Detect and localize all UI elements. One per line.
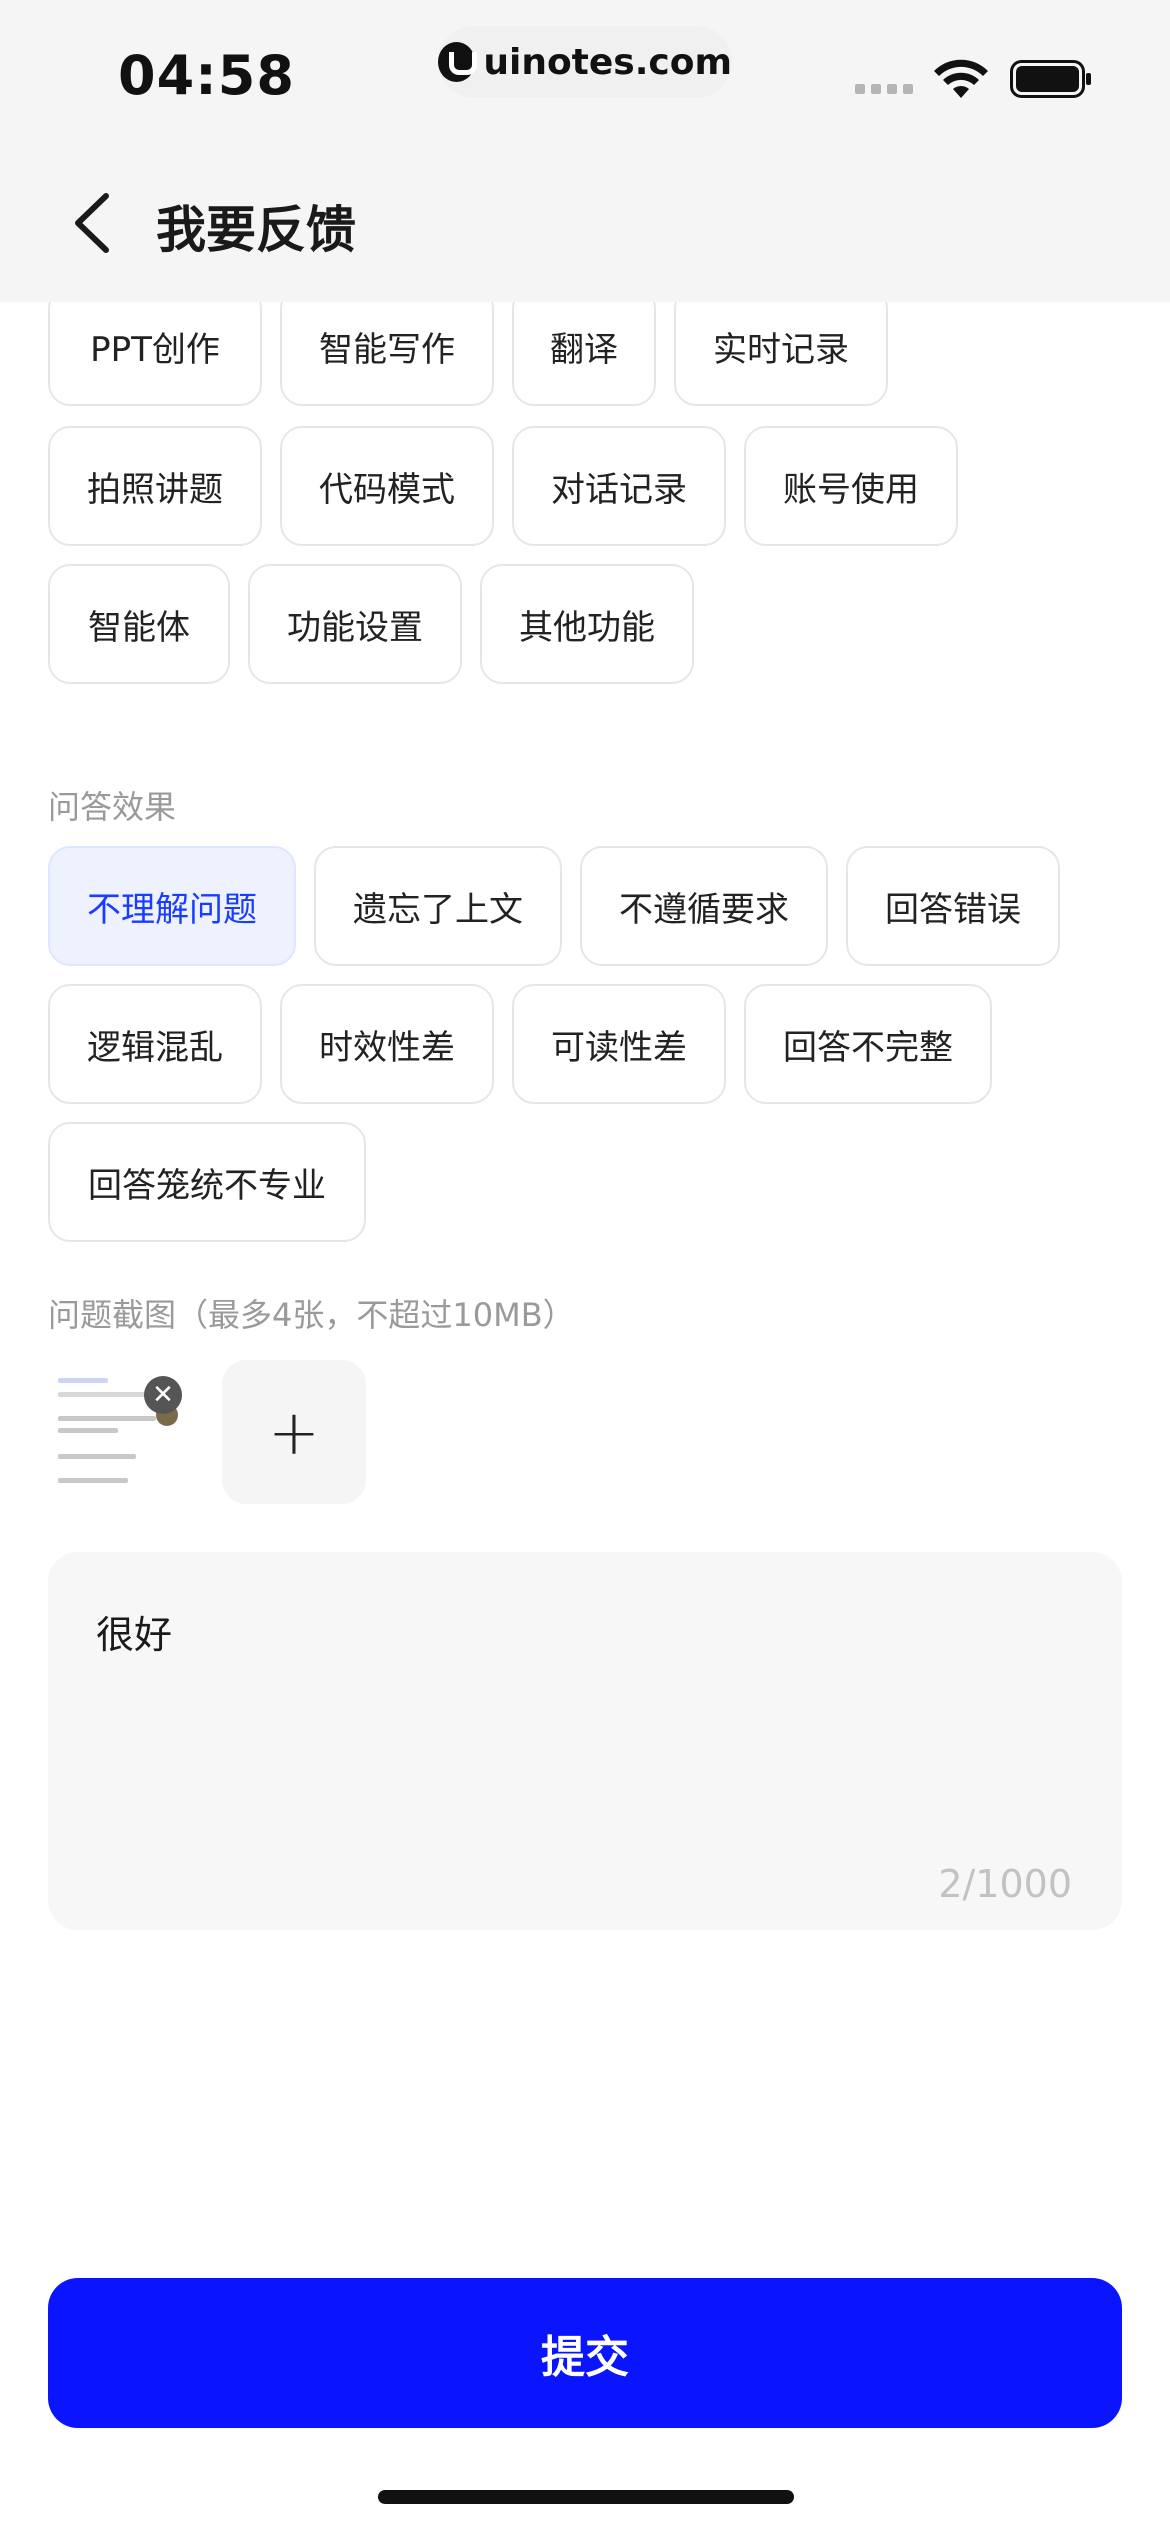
chip-wrong-answer[interactable]: 回答错误 <box>846 846 1060 966</box>
chip-not-understand[interactable]: 不理解问题 <box>48 846 296 966</box>
chip-ignore-requirements[interactable]: 不遵循要求 <box>580 846 828 966</box>
feedback-screen: 04:58 uinotes.com 我要反馈 PPT创作 智能写作 翻译 实时记… <box>0 0 1170 2532</box>
screenshots-label: 问题截图（最多4张，不超过10MB） <box>48 1296 575 1334</box>
chip-agent[interactable]: 智能体 <box>48 564 230 684</box>
chip-incomplete[interactable]: 回答不完整 <box>744 984 992 1104</box>
answer-quality-label: 问答效果 <box>48 788 177 826</box>
chip-forgot-context[interactable]: 遗忘了上文 <box>314 846 562 966</box>
status-time: 04:58 <box>118 44 295 107</box>
url-pill[interactable]: uinotes.com <box>438 26 732 98</box>
battery-icon <box>1010 60 1091 98</box>
chip-chat-history[interactable]: 对话记录 <box>512 426 726 546</box>
wifi-icon <box>934 59 988 98</box>
remove-screenshot-icon[interactable]: ✕ <box>144 1376 182 1414</box>
chip-ppt[interactable]: PPT创作 <box>48 286 262 406</box>
feature-chip-row-1: PPT创作 智能写作 翻译 实时记录 <box>48 286 888 406</box>
chip-readability[interactable]: 可读性差 <box>512 984 726 1104</box>
chip-other[interactable]: 其他功能 <box>480 564 694 684</box>
site-logo-icon <box>438 42 478 82</box>
quality-chip-row-2: 逻辑混乱 时效性差 可读性差 回答不完整 <box>48 984 992 1104</box>
feedback-text: 很好 <box>96 1613 173 1657</box>
feedback-textarea[interactable]: 很好 2/1000 <box>48 1552 1122 1930</box>
back-arrow-icon[interactable] <box>66 188 122 258</box>
chip-settings[interactable]: 功能设置 <box>248 564 462 684</box>
chip-smart-writing[interactable]: 智能写作 <box>280 286 494 406</box>
chip-timeliness[interactable]: 时效性差 <box>280 984 494 1104</box>
feature-chip-row-2: 拍照讲题 代码模式 对话记录 账号使用 <box>48 426 958 546</box>
feature-chip-row-3: 智能体 功能设置 其他功能 <box>48 564 694 684</box>
quality-chip-row-3: 回答笼统不专业 <box>48 1122 366 1242</box>
chip-vague-answer[interactable]: 回答笼统不专业 <box>48 1122 366 1242</box>
character-counter: 2/1000 <box>938 1862 1072 1906</box>
chip-logic-mess[interactable]: 逻辑混乱 <box>48 984 262 1104</box>
quality-chip-row-1: 不理解问题 遗忘了上文 不遵循要求 回答错误 <box>48 846 1060 966</box>
cellular-signal-icon <box>855 84 913 94</box>
page-title: 我要反馈 <box>156 201 356 259</box>
chip-code-mode[interactable]: 代码模式 <box>280 426 494 546</box>
chip-photo-explain[interactable]: 拍照讲题 <box>48 426 262 546</box>
home-indicator <box>378 2490 794 2504</box>
url-text: uinotes.com <box>483 41 732 83</box>
chip-realtime-record[interactable]: 实时记录 <box>674 286 888 406</box>
top-bar: 04:58 uinotes.com 我要反馈 <box>0 0 1170 302</box>
add-screenshot-button[interactable]: + <box>222 1360 366 1504</box>
chip-account-usage[interactable]: 账号使用 <box>744 426 958 546</box>
chip-translate[interactable]: 翻译 <box>512 286 656 406</box>
submit-button[interactable]: 提交 <box>48 2278 1122 2428</box>
